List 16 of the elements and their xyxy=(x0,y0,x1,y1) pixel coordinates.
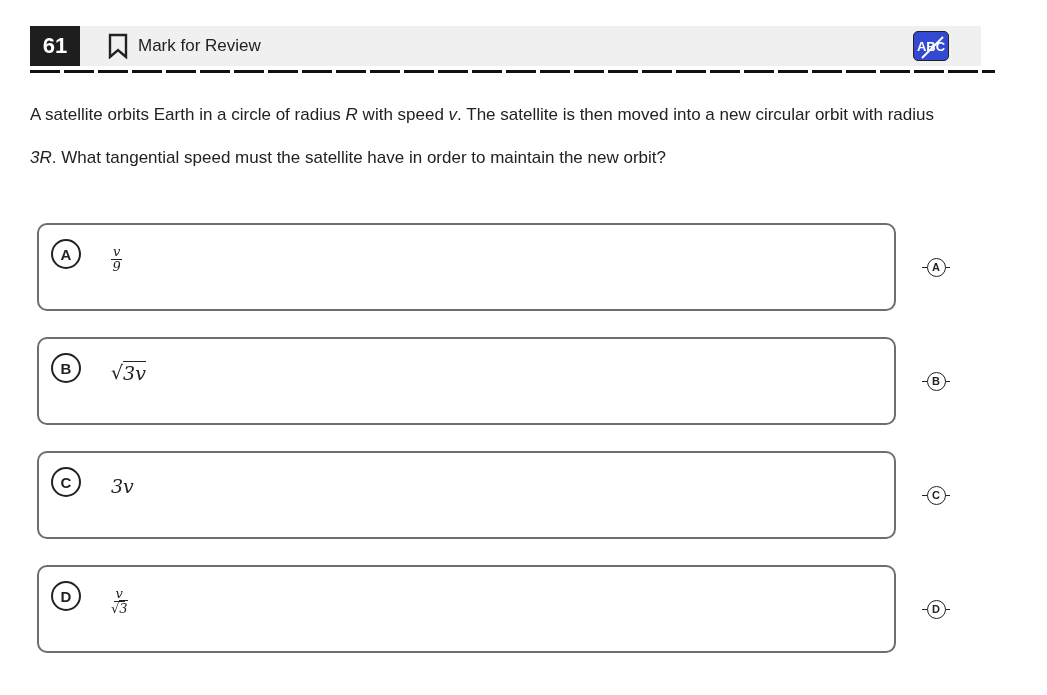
bookmark-icon xyxy=(108,33,128,59)
answer-choice[interactable]: B √3v xyxy=(37,337,896,425)
math-expression: v 9 xyxy=(111,243,123,275)
answer-choice[interactable]: D v √3 xyxy=(37,565,896,653)
math-expression: v √3 xyxy=(111,585,128,617)
choice-letter: B xyxy=(51,353,81,383)
question-number: 61 xyxy=(30,26,80,66)
mark-for-review-button[interactable]: Mark for Review xyxy=(108,33,261,59)
question-text: A satellite orbits Earth in a circle of radius R with speed v. The satellite is then moved into a new circular orbit with radius 3R. What tangential speed must the satellite have in order to maintain the new orbit? xyxy=(30,104,935,169)
answer-choice[interactable]: A v 9 xyxy=(37,223,896,311)
math-expression: 3v xyxy=(111,474,134,497)
math-expression: √3v xyxy=(111,360,146,384)
choice-letter: C xyxy=(51,467,81,497)
answer-choice[interactable]: C 3v xyxy=(37,451,896,539)
choice-letter: A xyxy=(51,239,81,269)
choice-letter: D xyxy=(51,581,81,611)
